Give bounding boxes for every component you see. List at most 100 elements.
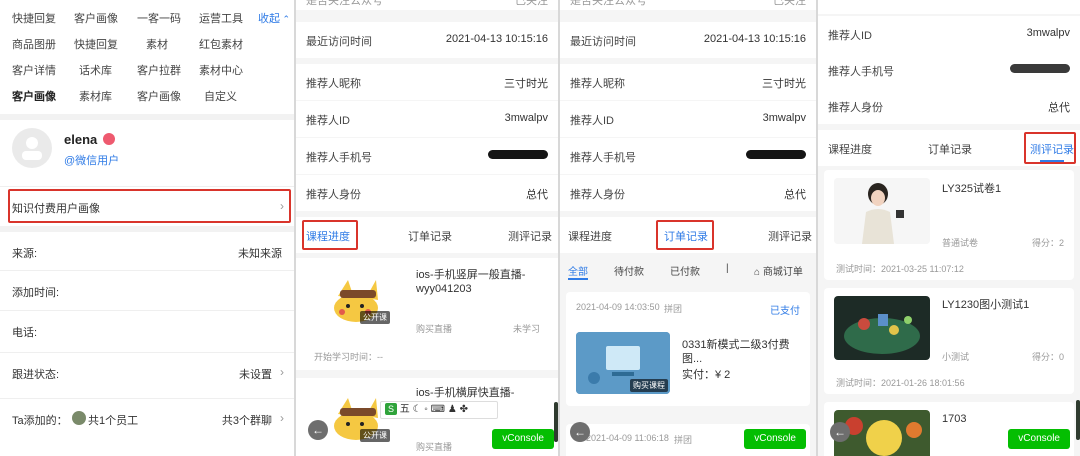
- tag-custom[interactable]: 自定义: [204, 88, 237, 104]
- order-type: 拼团: [674, 435, 693, 445]
- tab-order-records[interactable]: 订单记录: [408, 228, 452, 244]
- order-thumbnail: 购买课程: [576, 332, 670, 394]
- tab-course-progress[interactable]: 课程进度: [828, 141, 872, 157]
- ime-toolbar-icons[interactable]: 五 ☾ ◦ ⌨ ♟ ✤: [400, 404, 468, 415]
- tab-test-records[interactable]: 测评记录: [768, 228, 812, 244]
- highlight-box: [8, 189, 291, 223]
- row-referrer-id-label: 推荐人ID: [570, 115, 614, 127]
- row-follow-account-label: 是否关注公众号: [570, 0, 647, 7]
- test-time: 测试时间：2021-01-26 18:01:56: [836, 378, 965, 388]
- row-source-value: 未知来源: [238, 248, 282, 260]
- row-referrer-nickname-label: 推荐人昵称: [570, 78, 625, 90]
- row-last-visit: 最近访问时间 2021-04-13 10:15:16: [560, 22, 816, 58]
- input-method-toolbar[interactable]: S 五 ☾ ◦ ⌨ ♟ ✤: [380, 401, 498, 419]
- order-title: 0331新模式二级3付费图...: [682, 339, 790, 365]
- tag-customer-group[interactable]: 客户拉群: [137, 62, 181, 78]
- back-arrow-icon[interactable]: ←: [308, 420, 328, 440]
- tag-quick-reply[interactable]: 快捷回复: [12, 10, 56, 26]
- row-referrer-role-value: 总代: [526, 189, 548, 201]
- chevron-up-icon: ⌃: [280, 14, 291, 24]
- row-referrer-id-value: 3mwalpv: [504, 112, 548, 124]
- row-referrer-role-label: 推荐人身份: [570, 189, 625, 201]
- row-referrer-id-value: 3mwalpv: [1026, 27, 1070, 39]
- tag-ops-tools[interactable]: 运营工具: [199, 10, 243, 26]
- test-records-panel: 推荐人ID 3mwalpv 推荐人手机号 推荐人身份 总代 课程进度 订单记录 …: [818, 0, 1080, 456]
- tab-order-records[interactable]: 订单记录: [928, 141, 972, 157]
- order-price: 实付：¥ 2: [682, 369, 731, 381]
- row-last-visit-label: 最近访问时间: [570, 36, 636, 48]
- row-referrer-role-label: 推荐人身份: [828, 102, 883, 114]
- row-referrer-id-value: 3mwalpv: [762, 112, 806, 124]
- customer-portrait-panel: 快捷回复 客户画像 一客一码 运营工具 收起 ⌃ 商品图册 快捷回复 素材 红包…: [0, 0, 294, 456]
- row-referrer-id: 推荐人ID 3mwalpv: [560, 101, 816, 137]
- vconsole-button[interactable]: vConsole: [492, 429, 554, 449]
- tag-product-album[interactable]: 商品图册: [12, 36, 56, 52]
- order-card[interactable]: 2021-04-09 14:03:50 拼团 已支付 购买课程 0331新模式二…: [566, 292, 810, 406]
- order-type: 拼团: [664, 304, 683, 314]
- avatar[interactable]: [12, 128, 52, 168]
- vconsole-button[interactable]: vConsole: [744, 429, 806, 449]
- row-follow-status[interactable]: 跟进状态: 未设置 ›: [0, 352, 294, 392]
- test-title: 1703: [942, 413, 967, 425]
- row-source-label: 来源:: [12, 248, 38, 260]
- row-last-visit-value: 2021-04-13 10:15:16: [445, 33, 548, 45]
- subtab-all[interactable]: 全部: [568, 263, 588, 278]
- row-follow-account-label: 是否关注公众号: [306, 0, 383, 7]
- tag-material-center[interactable]: 素材中心: [199, 62, 243, 78]
- section-divider: [0, 114, 294, 120]
- test-thumbnail: [834, 296, 930, 360]
- vconsole-button[interactable]: vConsole: [1008, 429, 1070, 449]
- tag-customer-portrait[interactable]: 客户画像: [74, 10, 118, 26]
- test-record-card[interactable]: LY325试卷1 普通试卷 得分：2 测试时间：2021-03-25 11:07…: [824, 170, 1074, 280]
- tag-material-library[interactable]: 素材库: [79, 88, 112, 104]
- tag-one-code[interactable]: 一客一码: [137, 10, 181, 26]
- test-record-card[interactable]: LY1230图小测试1 小测试 得分：0 测试时间：2021-01-26 18:…: [824, 288, 1074, 394]
- tag-customer-portrait-active[interactable]: 客户画像: [12, 88, 56, 104]
- sogou-icon[interactable]: S: [385, 403, 397, 415]
- redacted-phone: [1010, 64, 1070, 73]
- chevron-right-icon: ›: [280, 411, 284, 425]
- row-last-visit-label: 最近访问时间: [306, 36, 372, 48]
- course-title: ios-手机横屏快直播-: [416, 387, 515, 399]
- order-subtabs: 全部 待付款 已付款 | ⌂ 商城订单: [560, 256, 816, 282]
- tag-customer-detail[interactable]: 客户详情: [12, 62, 56, 78]
- tag-material[interactable]: 素材: [146, 36, 168, 52]
- subtab-pending[interactable]: 待付款: [614, 263, 644, 278]
- order-status: 已支付: [770, 306, 800, 317]
- row-referrer-id: 推荐人ID 3mwalpv: [818, 16, 1080, 52]
- row-follow-account: 是否关注公众号 已关注: [560, 0, 816, 10]
- row-referrer-phone-label: 推荐人手机号: [570, 152, 636, 164]
- row-referrer-nickname-value: 三寸时光: [762, 78, 806, 90]
- back-arrow-icon[interactable]: ←: [830, 422, 850, 442]
- subtab-paid[interactable]: 已付款: [670, 263, 700, 278]
- tag-red-packet[interactable]: 红包素材: [199, 36, 243, 52]
- row-referrer-phone-label: 推荐人手机号: [828, 66, 894, 78]
- redacted-phone: [746, 150, 806, 159]
- tab-course-progress[interactable]: 课程进度: [568, 228, 612, 244]
- tag-customer-portrait-2[interactable]: 客户画像: [137, 88, 181, 104]
- row-referrer-phone: 推荐人手机号: [560, 138, 816, 174]
- course-title: ios-手机竖屏一般直播-wyy041203: [416, 269, 526, 295]
- back-arrow-icon[interactable]: ←: [570, 422, 590, 442]
- staff-avatar: [72, 411, 86, 425]
- row-last-visit-value: 2021-04-13 10:15:16: [703, 33, 806, 45]
- course-buy-type: 购买直播: [416, 324, 453, 334]
- course-card[interactable]: 公开课 ios-手机竖屏一般直播-wyy041203 购买直播 未学习 开始学习…: [296, 258, 558, 370]
- test-score: 得分：0: [1031, 352, 1064, 362]
- row-follow-account-value: 已关注: [773, 0, 806, 7]
- scrollbar[interactable]: [1076, 400, 1080, 440]
- row-follow-status-label: 跟进状态:: [12, 369, 60, 381]
- collapse-button[interactable]: 收起 ⌃: [258, 10, 290, 26]
- row-phone-label: 电话:: [12, 327, 38, 339]
- row-added-by[interactable]: Ta添加的： 共1个员工 共3个群聊 ›: [0, 398, 294, 442]
- tag-quick-reply-2[interactable]: 快捷回复: [74, 36, 118, 52]
- course-badge: 公开课: [360, 429, 390, 442]
- subtab-mall-orders[interactable]: ⌂ 商城订单: [754, 263, 803, 278]
- tag-script-library[interactable]: 话术库: [79, 62, 112, 78]
- test-time: 测试时间：2021-03-25 11:07:12: [836, 264, 964, 274]
- tab-test-records[interactable]: 测评记录: [508, 228, 552, 244]
- row-added-time: 添加时间:: [0, 270, 294, 310]
- test-thumbnail: [834, 178, 930, 244]
- row-referrer-id-label: 推荐人ID: [828, 30, 872, 42]
- row-added-by-staff: 共1个员工: [88, 415, 139, 427]
